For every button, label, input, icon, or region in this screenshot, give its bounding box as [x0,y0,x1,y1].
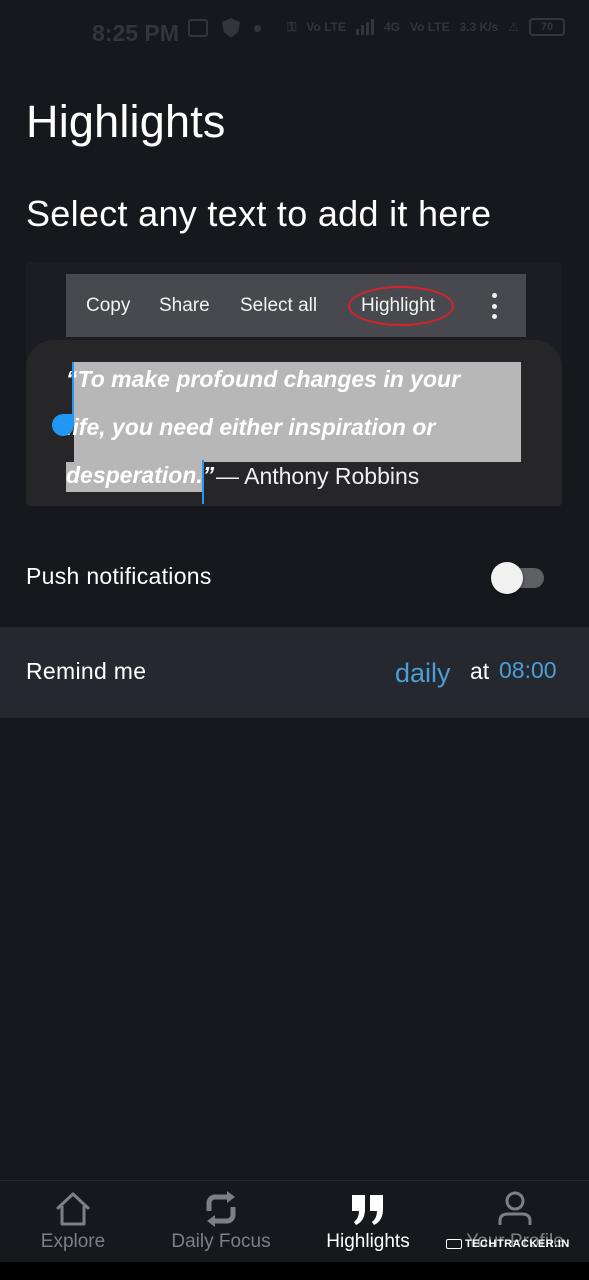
menu-share: Share [159,295,210,316]
status-time: 8:25 PM [92,20,179,46]
text-context-menu: Copy Share Select all Highlight [66,274,526,337]
system-navigation-bar [0,1262,589,1280]
menu-copy: Copy [86,295,131,316]
watermark: TECHTRACKER.IN [446,1238,570,1250]
nav-your-profile[interactable]: Your Profile [455,1181,575,1263]
push-toggle-knob[interactable] [491,562,523,594]
page-subtitle: Select any text to add it here [26,193,492,234]
shield-icon [222,18,240,38]
watermark-text: TECHTRACKER.IN [465,1238,570,1250]
nav-daily-focus-label: Daily Focus [171,1231,271,1252]
status-system-icons: ⚿ Vo LTE 4G Vo LTE 3.3 K/s ⚠ 70 [287,18,565,36]
network-label-3: Vo LTE [409,20,450,34]
net-speed: 3.3 K/s [459,20,499,34]
selection-cursor-end [202,460,204,504]
menu-highlight: Highlight [361,295,435,316]
remind-at-label: at [470,658,490,684]
quote-line-2: life, you need either inspiration or [66,414,436,440]
nav-daily-focus[interactable]: Daily Focus [160,1181,282,1263]
warning-icon: ⚠ [508,20,519,34]
remind-frequency-selector[interactable]: daily [395,658,451,689]
dot-icon [254,24,261,32]
nav-highlights[interactable]: Highlights [315,1181,421,1263]
battery-icon: 70 [529,18,565,36]
remind-me-row: Remind me daily at 08:00 [0,627,589,718]
watermark-logo-icon [446,1239,462,1249]
quote-line-1: “To make profound changes in your [66,366,461,392]
push-notifications-label: Push notifications [26,563,212,589]
signal-icon [355,19,374,35]
quote-icon [352,1195,383,1225]
quote-author: — Anthony Robbins [216,463,420,489]
more-vert-icon [492,293,497,319]
quote-line-3: desperation.” [66,462,215,488]
selection-cursor-start [72,362,74,416]
nav-explore-label: Explore [40,1231,106,1252]
remind-me-label: Remind me [26,658,147,684]
refresh-icon [206,1191,236,1227]
nav-highlights-label: Highlights [326,1231,410,1252]
network-label-1: Vo LTE [306,20,346,34]
home-icon [56,1192,90,1226]
page-title: Highlights [26,96,226,147]
key-icon: ⚿ [287,19,297,34]
push-notifications-row[interactable]: Push notifications [0,530,589,622]
status-notification-icons [188,18,261,38]
message-icon [188,19,208,37]
nav-explore[interactable]: Explore [18,1181,128,1263]
remind-time-selector[interactable]: 08:00 [499,657,557,684]
user-icon [498,1191,532,1225]
highlight-preview-illustration: Copy Share Select all Highlight “To make… [26,262,562,506]
selection-handle-icon [52,414,74,436]
status-bar: 8:25 PM ⚿ Vo LTE 4G Vo LTE 3.3 K/s ⚠ 70 [0,0,589,66]
network-label-2: 4G [383,20,400,34]
menu-select-all: Select all [240,295,318,316]
